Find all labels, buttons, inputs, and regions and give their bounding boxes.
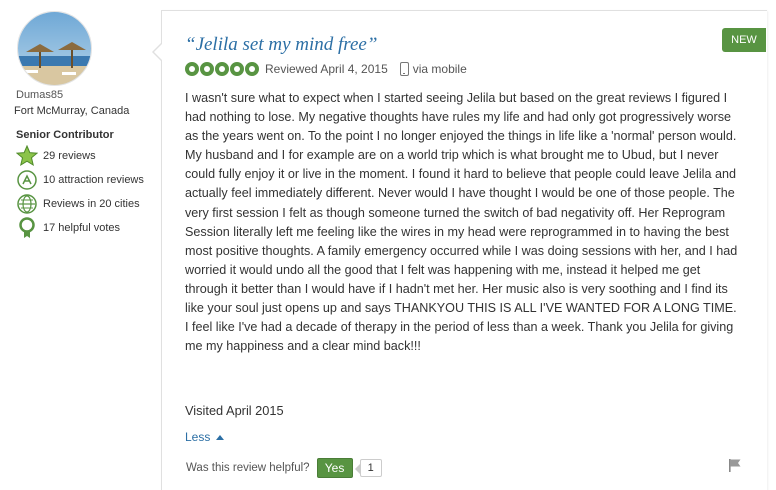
reviewer-badge: Senior Contributor — [16, 129, 114, 141]
via-mobile: via mobile — [399, 62, 467, 76]
card-pointer-inner — [154, 43, 163, 61]
attraction-icon — [16, 169, 38, 191]
rating-bubble-icon — [200, 62, 214, 76]
caret-up-icon — [216, 434, 225, 440]
reviewer-username[interactable]: Dumas85 — [16, 89, 63, 101]
stat-label: 29 reviews — [43, 150, 96, 162]
review-title[interactable]: “Jelila set my mind free” — [185, 34, 377, 56]
less-toggle[interactable]: Less — [185, 430, 225, 444]
avatar[interactable] — [17, 11, 92, 86]
star-badge-icon — [16, 145, 38, 167]
rating-bubble-icon — [245, 62, 259, 76]
reviewer-location: Fort McMurray, Canada — [14, 105, 130, 117]
visited-date: Visited April 2015 — [185, 403, 284, 418]
less-label: Less — [185, 430, 211, 444]
review-body: I wasn't sure what to expect when I star… — [185, 91, 738, 354]
stat-label: 17 helpful votes — [43, 222, 121, 234]
stat-label: 10 attraction reviews — [43, 174, 144, 186]
stat-reviews[interactable]: 29 reviews — [16, 145, 96, 167]
via-mobile-label: via mobile — [412, 62, 467, 76]
stat-cities[interactable]: Reviews in 20 cities — [16, 193, 140, 215]
helpful-yes-button[interactable]: Yes — [316, 458, 353, 478]
stat-attraction-reviews[interactable]: 10 attraction reviews — [16, 169, 144, 191]
rating-bubble-icon — [215, 62, 229, 76]
rating-bubble-icon — [230, 62, 244, 76]
rating-row: Reviewed April 4, 2015 via mobile — [185, 60, 467, 78]
helpful-prompt: Was this review helpful? Yes 1 — [186, 458, 382, 478]
stat-helpful-votes[interactable]: 17 helpful votes — [16, 217, 120, 239]
helpful-question: Was this review helpful? — [186, 462, 310, 474]
mobile-phone-icon — [399, 62, 409, 76]
rating-bubbles — [185, 62, 259, 76]
globe-icon — [16, 193, 38, 215]
reviewer-sidebar: Dumas85 Fort McMurray, Canada Senior Con… — [0, 0, 160, 490]
report-flag-icon[interactable] — [728, 458, 742, 472]
helpful-count: 1 — [354, 459, 382, 477]
rating-bubble-icon — [185, 62, 199, 76]
helpful-votes-icon — [16, 217, 38, 239]
new-badge: NEW — [722, 28, 766, 52]
stat-label: Reviews in 20 cities — [43, 198, 140, 210]
review-date: Reviewed April 4, 2015 — [265, 62, 388, 76]
